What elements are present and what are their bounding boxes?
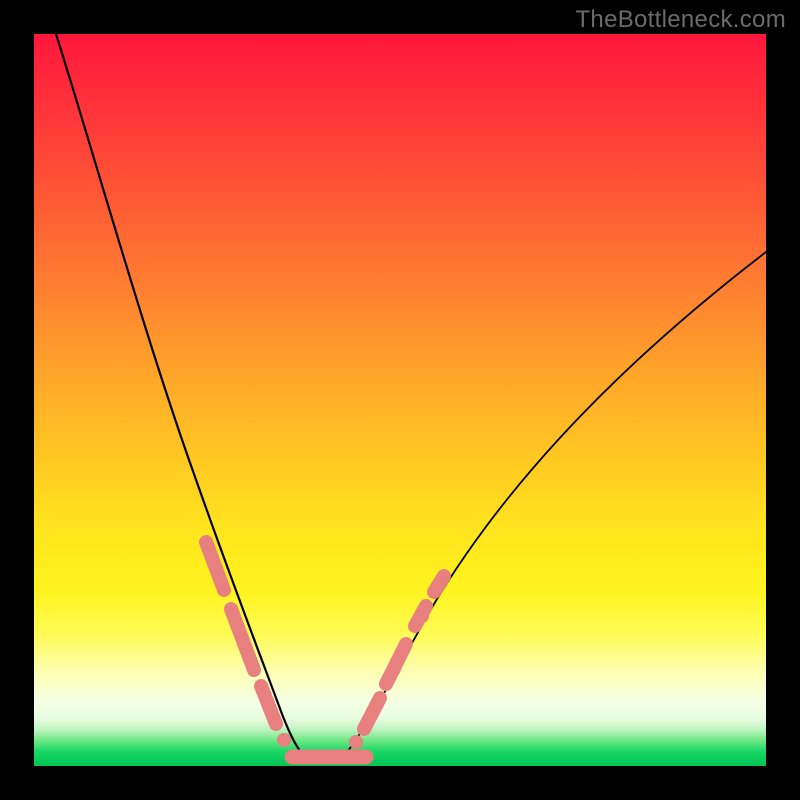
highlight-right-1 xyxy=(364,698,380,729)
highlight-right-dot-3 xyxy=(415,609,429,623)
highlight-right-4 xyxy=(434,576,444,592)
curve-layer xyxy=(34,34,766,766)
watermark-text: TheBottleneck.com xyxy=(575,6,786,34)
curve-left xyxy=(56,34,310,762)
highlight-left-dot xyxy=(277,733,291,747)
highlight-right-dot-2 xyxy=(387,662,401,676)
chart-frame: TheBottleneck.com xyxy=(0,0,800,800)
curve-right xyxy=(339,252,766,762)
plot-area xyxy=(34,34,766,766)
highlight-left-2 xyxy=(231,609,254,670)
highlight-right-dot-1 xyxy=(349,735,363,749)
